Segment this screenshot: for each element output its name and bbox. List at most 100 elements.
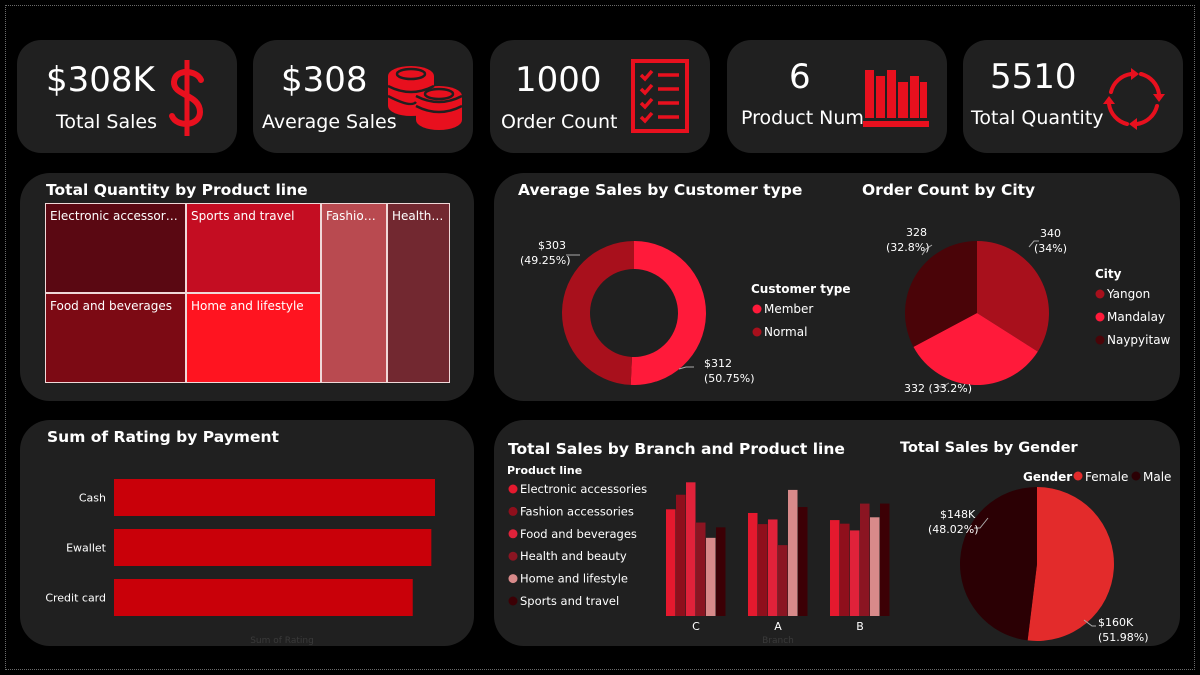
bar-b-sports-and-travel[interactable] bbox=[880, 503, 890, 616]
legend-marker-mandalay bbox=[1095, 312, 1105, 322]
bar-credit-card[interactable] bbox=[114, 579, 413, 616]
legend-marker-normal bbox=[752, 327, 762, 337]
bar-c-electronic-accessories[interactable] bbox=[666, 509, 676, 616]
donut-slice-normal[interactable] bbox=[561, 241, 634, 385]
branch-axis-label: Branch bbox=[762, 636, 794, 646]
tick-label-cash: Cash bbox=[79, 492, 106, 505]
product-num-value: 6 bbox=[789, 57, 811, 97]
tick-label-credit-card: Credit card bbox=[45, 592, 106, 605]
order-count-value: 1000 bbox=[515, 60, 602, 100]
treemap-cell-label: Sports and travel bbox=[191, 209, 295, 223]
pie-label-naypyitaw: 328 bbox=[906, 226, 927, 239]
customer-city-charts[interactable]: $312 (50.75%) $303 (49.25%) Customer type Mem… bbox=[494, 173, 1180, 401]
donut-label-normal: $303 bbox=[538, 239, 566, 252]
bar-cash[interactable] bbox=[114, 479, 435, 516]
bar-b-food-and-beverages[interactable] bbox=[850, 530, 860, 616]
legend-item-sports-and-travel[interactable]: Sports and travel bbox=[520, 594, 619, 608]
legend-item-yangon[interactable]: Yangon bbox=[1106, 287, 1150, 301]
branch-gender-charts[interactable]: Product line Electronic accessories Fashio… bbox=[494, 420, 1180, 646]
books-icon bbox=[863, 70, 929, 127]
bar-a-sports-and-travel[interactable] bbox=[798, 507, 808, 616]
legend-marker-naypyitaw bbox=[1095, 335, 1105, 345]
treemap-cell-label: Home and lifestyle bbox=[191, 299, 304, 313]
legend-marker-electronic-accessories bbox=[508, 484, 518, 494]
bar-b-fashion-accessories[interactable] bbox=[840, 523, 850, 616]
bar-c-home-and-lifestyle[interactable] bbox=[706, 537, 716, 616]
kpi-card-order-count[interactable]: 1000 Order Count bbox=[490, 40, 710, 153]
refresh-cycle-icon bbox=[1103, 68, 1165, 130]
legend-item-health-and-beauty[interactable]: Health and beauty bbox=[520, 549, 627, 563]
pie-pct-female: (51.98%) bbox=[1098, 631, 1149, 644]
bar-a-fashion-accessories[interactable] bbox=[758, 524, 768, 616]
legend-item-mandalay[interactable]: Mandalay bbox=[1107, 310, 1165, 324]
donut-label-member: $312 bbox=[704, 357, 732, 370]
bar-a-food-and-beverages[interactable] bbox=[768, 519, 778, 616]
rating-axis-label: Sum of Rating bbox=[250, 636, 314, 646]
legend-item-electronic-accessories[interactable]: Electronic accessories bbox=[520, 482, 647, 496]
bar-c-sports-and-travel[interactable] bbox=[716, 527, 726, 616]
dollar-sign-icon bbox=[169, 60, 204, 136]
customer-city-panel[interactable]: Average Sales by Customer type Order Cou… bbox=[494, 173, 1180, 401]
legend-item-naypyitaw[interactable]: Naypyitaw bbox=[1107, 333, 1171, 347]
treemap-cell-fashion[interactable]: Fashion ... bbox=[321, 203, 387, 383]
legend-item-normal[interactable]: Normal bbox=[764, 325, 807, 339]
treemap-title: Total Quantity by Product line bbox=[46, 181, 308, 199]
bar-b-home-and-lifestyle[interactable] bbox=[870, 517, 880, 616]
rating-panel[interactable]: Sum of Rating by Payment Cash Ewallet Cred… bbox=[20, 420, 474, 646]
bar-a-electronic-accessories[interactable] bbox=[748, 512, 758, 616]
bar-b-electronic-accessories[interactable] bbox=[830, 520, 840, 616]
pie-pct-naypyitaw: (32.8%) bbox=[886, 241, 930, 254]
coins-stack-icon bbox=[387, 66, 463, 130]
treemap-cell-label: Health ... bbox=[392, 209, 447, 223]
treemap-cell-electronic-accessories[interactable]: Electronic accessories bbox=[45, 203, 186, 293]
pie-label-mandalay: 332 (33.2%) bbox=[904, 382, 972, 395]
tick-label-ewallet: Ewallet bbox=[66, 542, 107, 555]
treemap-cell-label: Electronic accessories bbox=[50, 209, 183, 223]
treemap-cell-food-and-beverages[interactable]: Food and beverages bbox=[45, 293, 186, 383]
branch-gender-panel[interactable]: Total Sales by Branch and Product line T… bbox=[494, 420, 1180, 646]
legend-item-food-and-beverages[interactable]: Food and beverages bbox=[520, 527, 637, 541]
legend-item-home-and-lifestyle[interactable]: Home and lifestyle bbox=[520, 572, 628, 586]
legend-item-member[interactable]: Member bbox=[764, 302, 813, 316]
pie-pct-male: (48.02%) bbox=[928, 523, 979, 536]
average-sales-value: $308 bbox=[281, 60, 368, 100]
total-quantity-label: Total Quantity bbox=[971, 107, 1104, 129]
kpi-card-average-sales[interactable]: $308 Average Sales bbox=[253, 40, 473, 153]
legend-marker-food-and-beverages bbox=[508, 529, 518, 539]
kpi-card-total-quantity[interactable]: 5510 Total Quantity bbox=[963, 40, 1183, 153]
bar-ewallet[interactable] bbox=[114, 529, 432, 566]
legend-marker-home-and-lifestyle bbox=[508, 574, 518, 584]
customer-type-legend-title: Customer type bbox=[751, 282, 851, 296]
bar-a-home-and-lifestyle[interactable] bbox=[788, 489, 798, 616]
treemap-cell-health[interactable]: Health ... bbox=[387, 203, 450, 383]
legend-item-fashion-accessories[interactable]: Fashion accessories bbox=[520, 504, 634, 518]
donut-slice-member[interactable] bbox=[630, 241, 706, 385]
kpi-card-product-num[interactable]: 6 Product Num bbox=[727, 40, 947, 153]
rating-bar-chart[interactable]: Cash Ewallet Credit card Sum of Rating bbox=[20, 420, 474, 646]
pie-label-female: $160K bbox=[1098, 616, 1134, 629]
kpi-card-total-sales[interactable]: $308K Total Sales bbox=[17, 40, 237, 153]
total-sales-value: $308K bbox=[46, 60, 155, 100]
checklist-icon bbox=[631, 59, 689, 133]
tick-label-branch-a: A bbox=[774, 620, 782, 633]
treemap-panel[interactable]: Total Quantity by Product line Electroni… bbox=[20, 173, 474, 401]
product-num-label: Product Num bbox=[741, 107, 864, 129]
treemap-chart[interactable]: Electronic accessories Sports and travel… bbox=[45, 203, 450, 383]
bar-c-food-and-beverages[interactable] bbox=[686, 482, 696, 616]
bar-b-health-and-beauty[interactable] bbox=[860, 503, 870, 616]
pie-label-male: $148K bbox=[940, 508, 976, 521]
treemap-cell-label: Food and beverages bbox=[50, 299, 173, 313]
legend-marker-health-and-beauty bbox=[508, 551, 518, 561]
legend-item-male[interactable]: Male bbox=[1143, 470, 1171, 484]
donut-pct-member: (50.75%) bbox=[704, 372, 755, 385]
treemap-cell-home-and-lifestyle[interactable]: Home and lifestyle bbox=[186, 293, 321, 383]
legend-marker-fashion-accessories bbox=[508, 506, 518, 516]
tick-label-branch-b: B bbox=[856, 620, 864, 633]
bar-c-fashion-accessories[interactable] bbox=[676, 494, 686, 616]
legend-item-female[interactable]: Female bbox=[1085, 470, 1128, 484]
treemap-cell-label: Fashion ... bbox=[326, 209, 387, 223]
bar-c-health-and-beauty[interactable] bbox=[696, 522, 706, 616]
bar-a-health-and-beauty[interactable] bbox=[778, 545, 788, 616]
treemap-cell-sports-and-travel[interactable]: Sports and travel bbox=[186, 203, 321, 293]
total-sales-label: Total Sales bbox=[56, 111, 157, 133]
